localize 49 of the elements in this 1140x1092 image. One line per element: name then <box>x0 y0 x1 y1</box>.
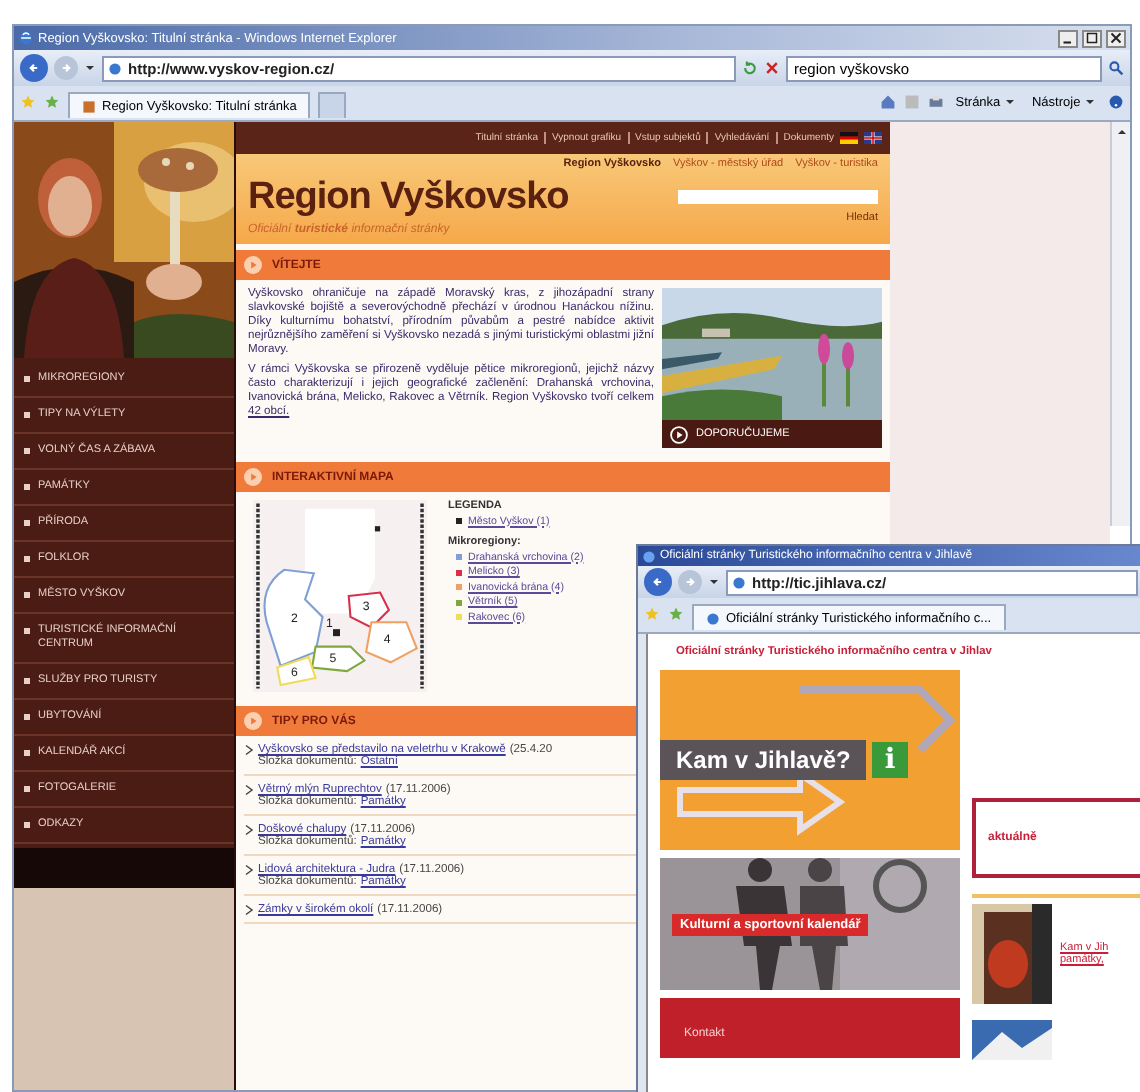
german-flag-icon[interactable] <box>840 132 858 144</box>
back-arrow-icon <box>650 574 666 590</box>
dropdown-caret-icon[interactable] <box>708 576 720 588</box>
search-icon[interactable] <box>1108 60 1124 76</box>
minimize-button[interactable] <box>1058 29 1078 47</box>
dropdown-caret-icon[interactable] <box>84 62 96 74</box>
print-icon[interactable] <box>927 94 944 110</box>
scroll-up-icon[interactable] <box>1115 126 1127 138</box>
chevron-icon <box>244 904 254 916</box>
page-icon <box>706 611 720 625</box>
refresh-icon[interactable] <box>742 60 758 76</box>
add-favorite-icon[interactable] <box>668 606 684 622</box>
maximize-button[interactable] <box>1082 29 1102 47</box>
info-badge: i <box>872 742 908 778</box>
play-icon <box>244 712 262 730</box>
search-input[interactable] <box>678 190 878 204</box>
caret-icon <box>1084 95 1096 108</box>
play-icon <box>244 256 262 274</box>
back-button[interactable] <box>20 54 48 82</box>
chevron-icon <box>244 784 254 796</box>
chevron-icon <box>244 864 254 876</box>
caret-icon <box>1003 95 1016 108</box>
stop-icon[interactable] <box>764 60 780 76</box>
new-tab-button[interactable] <box>318 92 347 118</box>
back-button[interactable] <box>644 568 672 596</box>
help-icon[interactable] <box>1108 94 1124 110</box>
british-flag-icon[interactable] <box>864 132 882 144</box>
browser-icon <box>642 549 656 563</box>
banner-title: Kam v Jihlavě? <box>660 740 867 780</box>
close-icon <box>1110 32 1122 44</box>
site-icon <box>82 99 96 113</box>
scrollbar[interactable] <box>1110 122 1130 526</box>
favorites-star-icon[interactable] <box>20 94 36 110</box>
page-icon <box>108 61 122 75</box>
chevron-icon <box>244 824 254 836</box>
maximize-icon <box>1086 32 1098 44</box>
back-arrow-icon <box>26 60 42 76</box>
site-title: Region Vyškovsko <box>248 176 569 220</box>
forward-arrow-icon <box>682 574 698 590</box>
play-icon <box>244 468 262 486</box>
add-favorite-icon[interactable] <box>44 94 60 110</box>
chevron-icon <box>244 744 254 756</box>
play-icon <box>670 425 688 443</box>
page-icon <box>732 575 746 589</box>
browser-icon <box>18 30 34 46</box>
home-icon[interactable] <box>879 94 896 110</box>
favorites-star-icon[interactable] <box>644 606 660 622</box>
forward-arrow-icon <box>58 60 74 76</box>
close-button[interactable] <box>1106 29 1126 47</box>
